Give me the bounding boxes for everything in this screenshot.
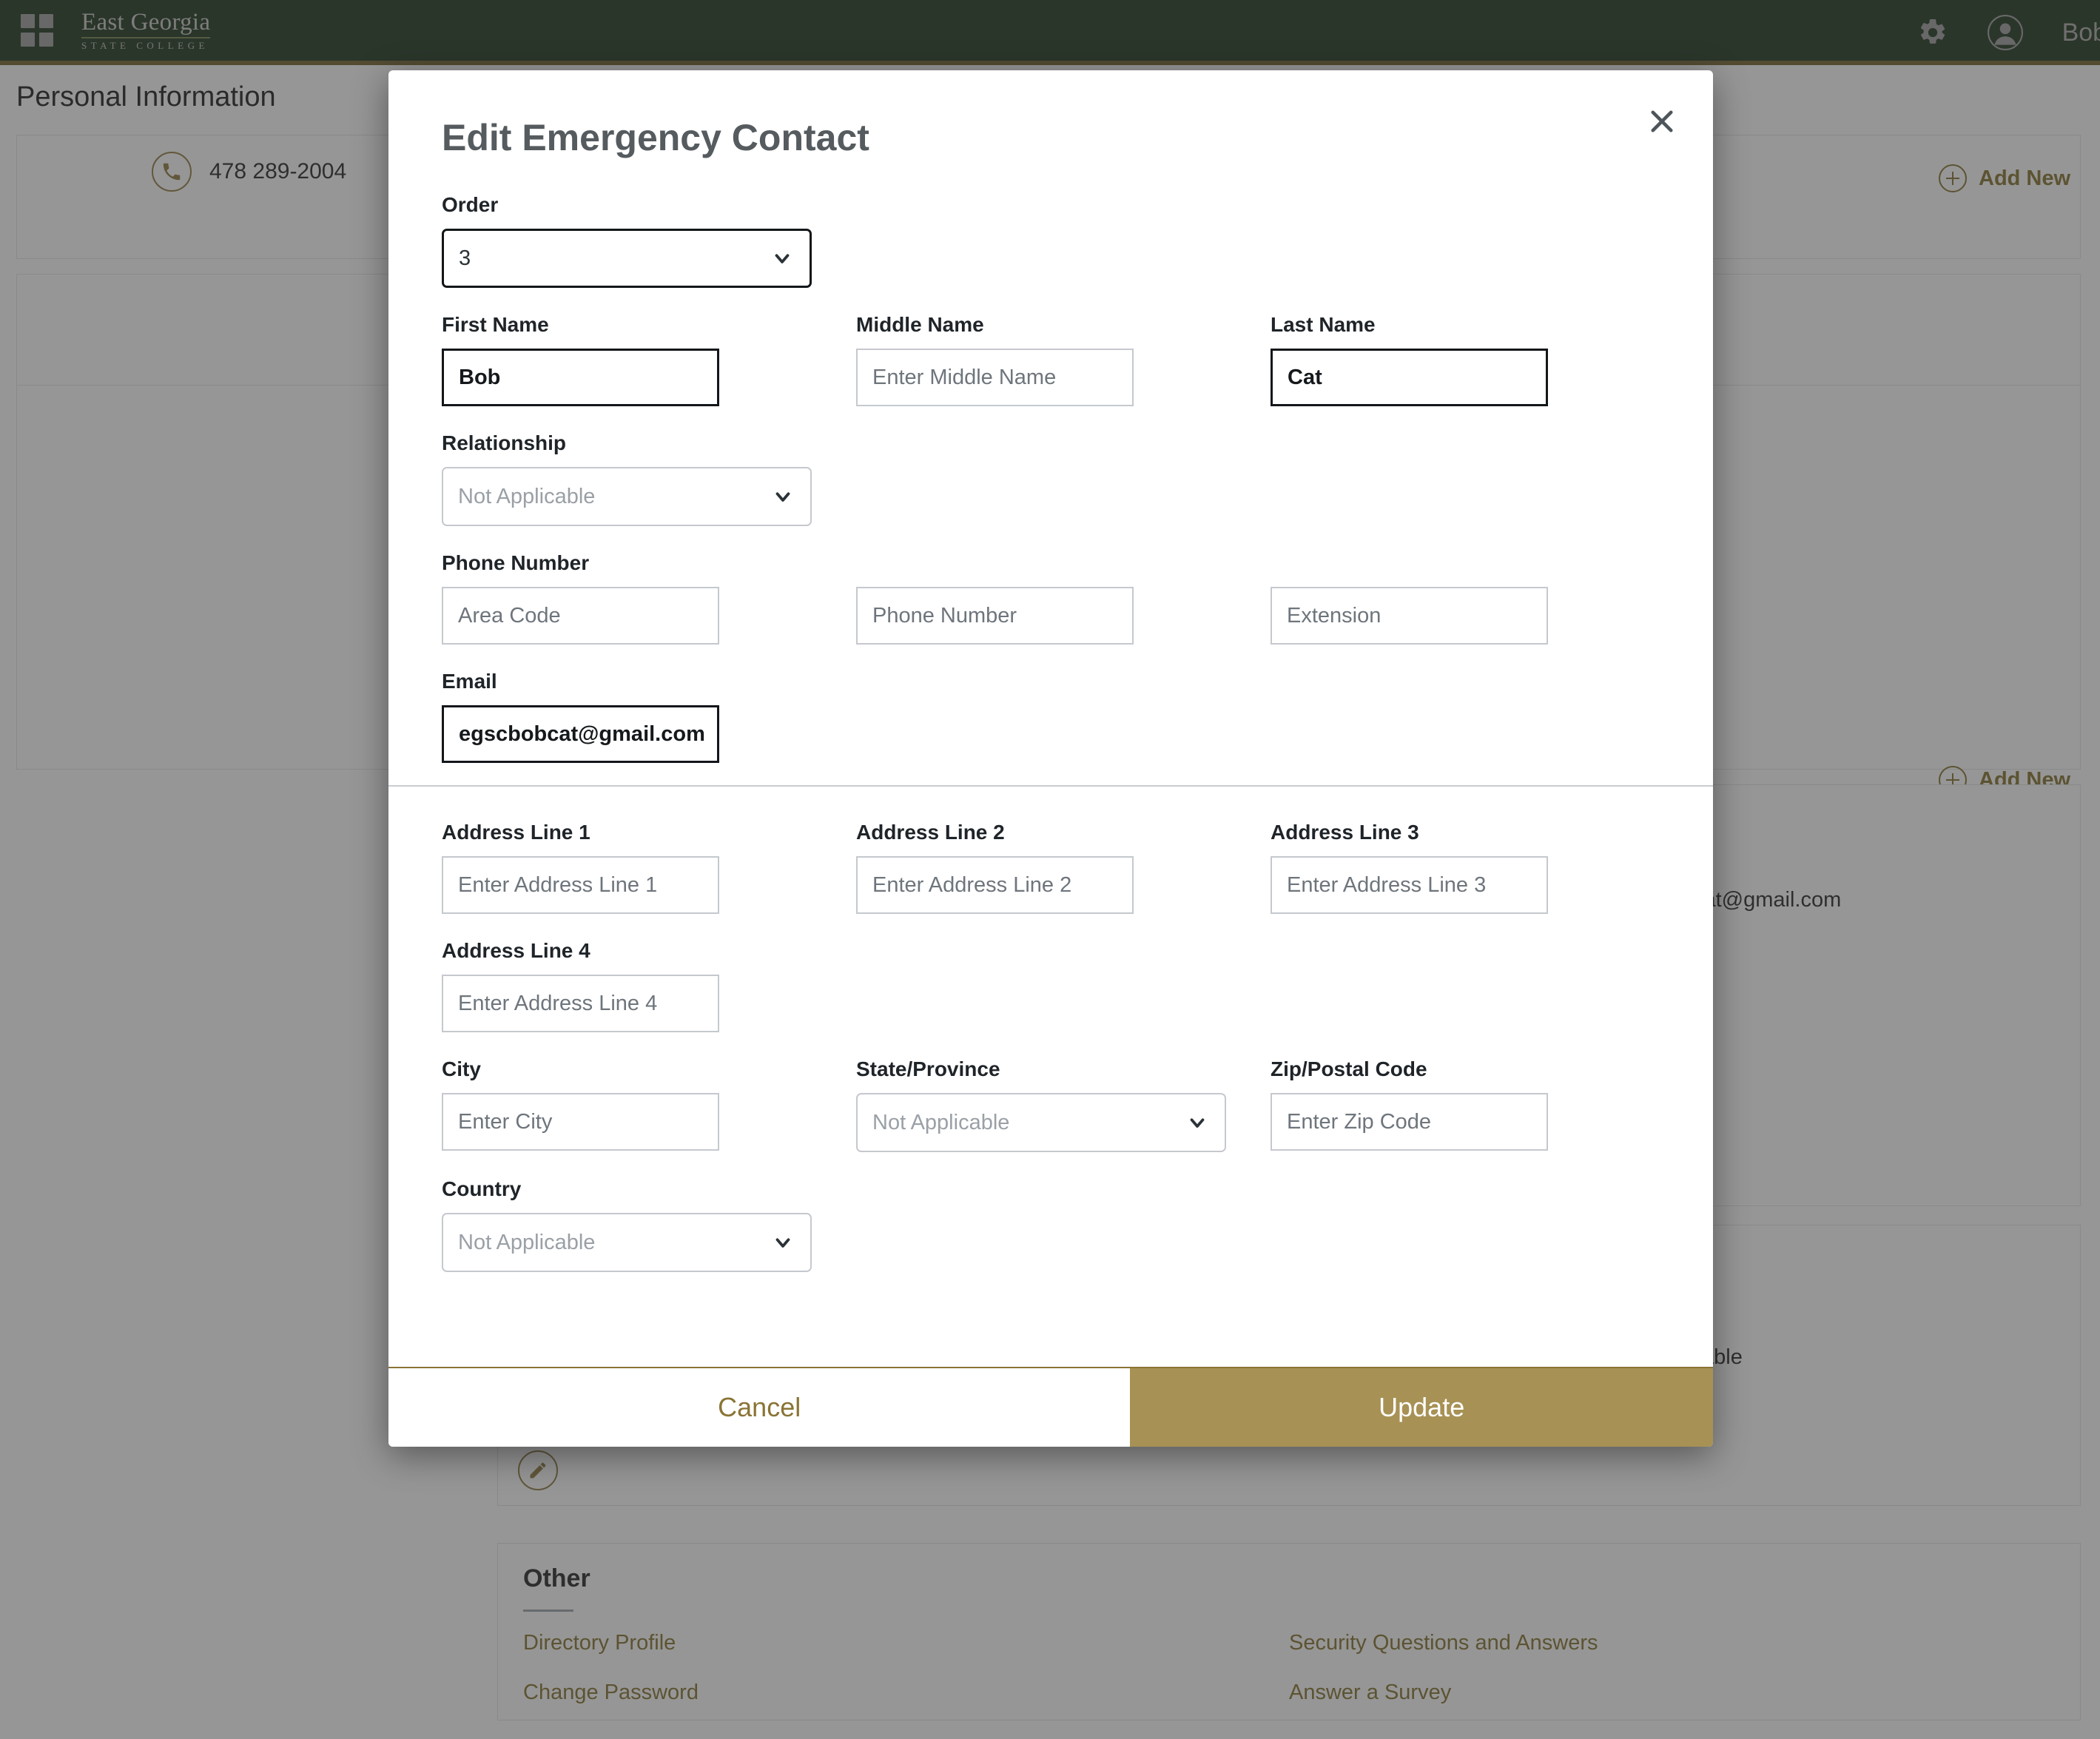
field-email: Email egscbobcat@gmail.com <box>442 670 1660 763</box>
update-button[interactable]: Update <box>1130 1368 1713 1447</box>
middle-name-input[interactable]: Enter Middle Name <box>856 349 1134 406</box>
field-first-name: First Name Bob <box>442 313 856 406</box>
field-address-line-3: Address Line 3 Enter Address Line 3 <box>1271 821 1685 914</box>
contact-section: Order 3 First Name Bob Middle Name Enter… <box>388 159 1713 785</box>
field-city: City Enter City <box>442 1057 856 1152</box>
email-input[interactable]: egscbobcat@gmail.com <box>442 705 719 763</box>
relationship-select[interactable]: Not Applicable <box>442 467 812 526</box>
city-state-zip-row: City Enter City State/Province Not Appli… <box>442 1057 1660 1152</box>
area-code-input[interactable]: Area Code <box>442 587 719 645</box>
field-country: Country Not Applicable <box>442 1177 1660 1272</box>
address-line-3-input[interactable]: Enter Address Line 3 <box>1271 856 1548 914</box>
relationship-label: Relationship <box>442 431 1660 455</box>
spacer <box>442 914 1660 939</box>
country-value: Not Applicable <box>458 1231 595 1255</box>
address-line-1-label: Address Line 1 <box>442 821 856 844</box>
dialog-body: Order 3 First Name Bob Middle Name Enter… <box>388 159 1713 1367</box>
relationship-value: Not Applicable <box>458 485 595 509</box>
chevron-down-icon <box>772 485 794 508</box>
field-state-province: State/Province Not Applicable <box>856 1057 1271 1152</box>
phone-row: Area Code Phone Number Extension <box>442 587 1660 645</box>
middle-name-label: Middle Name <box>856 313 1271 337</box>
last-name-label: Last Name <box>1271 313 1685 337</box>
edit-emergency-contact-dialog: Edit Emergency Contact Order 3 First Nam… <box>388 70 1713 1447</box>
cancel-button[interactable]: Cancel <box>388 1368 1130 1447</box>
spacer <box>442 1152 1660 1177</box>
field-middle-name: Middle Name Enter Middle Name <box>856 313 1271 406</box>
address-line-3-label: Address Line 3 <box>1271 821 1685 844</box>
address-line-4-label: Address Line 4 <box>442 939 1660 963</box>
state-province-select[interactable]: Not Applicable <box>856 1093 1226 1152</box>
order-select[interactable]: 3 <box>442 229 812 288</box>
extension-input[interactable]: Extension <box>1271 587 1548 645</box>
country-label: Country <box>442 1177 1660 1201</box>
spacer <box>442 645 1660 670</box>
dialog-title: Edit Emergency Contact <box>388 70 1713 159</box>
field-area-code: Area Code <box>442 587 856 645</box>
name-row: First Name Bob Middle Name Enter Middle … <box>442 313 1660 406</box>
field-address-line-4: Address Line 4 Enter Address Line 4 <box>442 939 1660 1032</box>
close-x-icon[interactable] <box>1639 98 1685 144</box>
phone-number-group: Phone Number Area Code Phone Number Exte… <box>442 551 1660 645</box>
address-line-2-label: Address Line 2 <box>856 821 1271 844</box>
state-province-label: State/Province <box>856 1057 1271 1081</box>
address-line-4-input[interactable]: Enter Address Line 4 <box>442 975 719 1032</box>
address-line-2-input[interactable]: Enter Address Line 2 <box>856 856 1134 914</box>
field-last-name: Last Name Cat <box>1271 313 1685 406</box>
field-address-line-2: Address Line 2 Enter Address Line 2 <box>856 821 1271 914</box>
chevron-down-icon <box>771 247 793 269</box>
city-input[interactable]: Enter City <box>442 1093 719 1151</box>
address-section: Address Line 1 Enter Address Line 1 Addr… <box>388 787 1713 1272</box>
state-province-value: Not Applicable <box>872 1111 1009 1135</box>
chevron-down-icon <box>1186 1111 1208 1134</box>
order-value: 3 <box>459 246 471 271</box>
dialog-footer: Cancel Update <box>388 1367 1713 1447</box>
spacer <box>442 406 1660 431</box>
spacer <box>442 526 1660 551</box>
city-label: City <box>442 1057 856 1081</box>
address-line-1-input[interactable]: Enter Address Line 1 <box>442 856 719 914</box>
first-name-label: First Name <box>442 313 856 337</box>
field-address-line-1: Address Line 1 Enter Address Line 1 <box>442 821 856 914</box>
spacer <box>442 288 1660 313</box>
spacer <box>442 1032 1660 1057</box>
phone-number-input[interactable]: Phone Number <box>856 587 1134 645</box>
field-phone-number: Phone Number <box>856 587 1271 645</box>
field-order: Order 3 <box>442 193 1660 288</box>
email-label: Email <box>442 670 1660 693</box>
zip-postal-code-label: Zip/Postal Code <box>1271 1057 1685 1081</box>
last-name-input[interactable]: Cat <box>1271 349 1548 406</box>
first-name-input[interactable]: Bob <box>442 349 719 406</box>
field-relationship: Relationship Not Applicable <box>442 431 1660 526</box>
order-label: Order <box>442 193 1660 217</box>
zip-postal-code-input[interactable]: Enter Zip Code <box>1271 1093 1548 1151</box>
field-extension: Extension <box>1271 587 1685 645</box>
field-zip-postal-code: Zip/Postal Code Enter Zip Code <box>1271 1057 1685 1152</box>
chevron-down-icon <box>772 1231 794 1254</box>
country-select[interactable]: Not Applicable <box>442 1213 812 1272</box>
address-row-1: Address Line 1 Enter Address Line 1 Addr… <box>442 821 1660 914</box>
phone-number-label: Phone Number <box>442 551 1660 575</box>
